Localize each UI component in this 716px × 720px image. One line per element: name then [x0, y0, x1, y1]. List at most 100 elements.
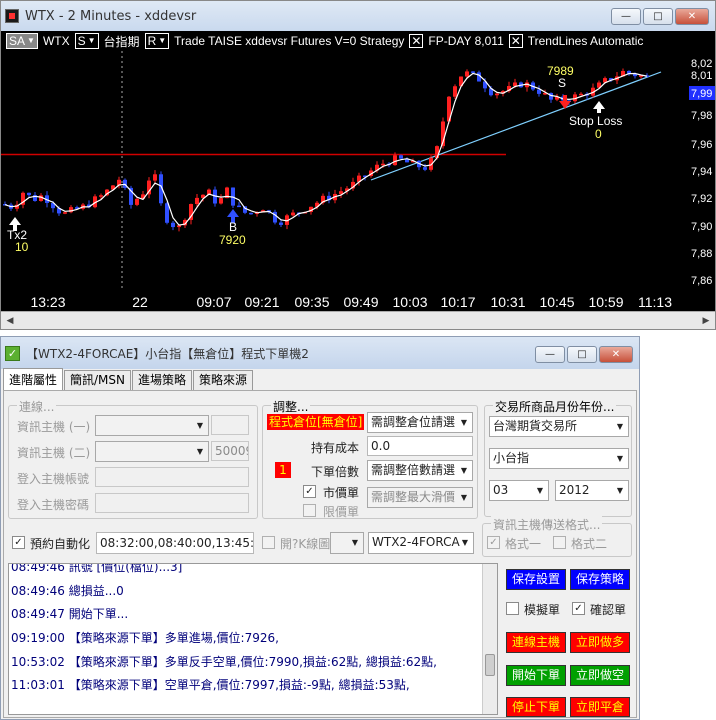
time-tick-label: 10:03: [392, 294, 427, 310]
tab-advanced[interactable]: 進階屬性: [3, 368, 64, 390]
limit-order-checkbox[interactable]: [303, 504, 316, 517]
tab-panel: 連線... 資訊主機 (一) ▼ 資訊主機 (二) ▼ 50009 登入主機帳號…: [3, 390, 637, 718]
auto-schedule-input[interactable]: 08:32:00,08:40:00,13:45:00: [96, 532, 254, 554]
host1-select[interactable]: ▼: [95, 415, 209, 436]
strategy-select[interactable]: WTX2-4FORCA ▼: [368, 532, 474, 554]
stop-order-button[interactable]: 停止下單: [506, 697, 566, 717]
position-select[interactable]: 需調整倉位請選 ▼: [367, 412, 473, 433]
slippage-select[interactable]: 需調整最大滑價 ▼: [367, 487, 473, 508]
order-maximize-button[interactable]: □: [567, 346, 597, 363]
price-axis-svg: 8,028,01 7,99 7,98 7,96 7,94 7,92 7,90 7,88 7,86: [689, 58, 715, 287]
candle-body: [453, 86, 457, 97]
close-button[interactable]: ✕: [675, 8, 709, 25]
log-scroll-thumb[interactable]: [485, 654, 495, 676]
trendlines-info: TrendLines Automatic: [527, 34, 644, 48]
log-list[interactable]: 08:49:46 訊號 [價位(檔位)...3] 08:49:46 總損益...…: [8, 563, 498, 715]
trade-info: Trade TAISE xddevsr Futures V=0 Strategy: [174, 34, 405, 48]
market-order-checkbox[interactable]: ✓: [303, 485, 316, 498]
start-order-button[interactable]: 開始下單: [506, 665, 566, 686]
s-dropdown[interactable]: S ▼: [74, 33, 99, 49]
buy-signal-value: 7920: [219, 233, 246, 247]
chart-app-icon: [5, 9, 19, 23]
candle-body: [249, 212, 253, 215]
minimize-button[interactable]: —: [611, 8, 641, 25]
fp-day-info: FP-DAY 8,011: [428, 34, 504, 48]
time-tick-label: 09:07: [196, 294, 231, 310]
sell-signal-label: S: [558, 76, 566, 90]
log-line: 11:03:01 【策略來源下單】空單平倉,價位:7997,損益:-9點, 總損…: [11, 678, 410, 692]
save-strategy-button[interactable]: 保存策略: [570, 569, 630, 590]
close-fp-icon[interactable]: ✕: [508, 34, 523, 48]
host1-port-input[interactable]: [211, 415, 249, 435]
multiplier-select[interactable]: 需調整倍數請選 ▼: [367, 460, 473, 481]
candle-body: [195, 197, 199, 205]
chart-horizontal-scrollbar[interactable]: ◀ ▶: [1, 311, 715, 329]
log-scrollbar[interactable]: [482, 564, 497, 714]
format-group-title: 資訊主機傳送格式...: [491, 516, 603, 533]
candle-body: [423, 167, 427, 170]
log-line: 08:49:46 總損益...0: [11, 584, 124, 598]
limit-order-label: 限價單: [323, 505, 360, 519]
close-strategy-icon[interactable]: ✕: [409, 34, 424, 48]
buy-now-button[interactable]: 立即做多: [570, 632, 630, 653]
exchange-select[interactable]: 台灣期貨交易所 ▼: [489, 416, 629, 437]
host2-port-input[interactable]: 50009: [211, 441, 249, 461]
month-select[interactable]: 03 ▼: [489, 480, 549, 501]
flatten-now-button[interactable]: 立即平倉: [570, 697, 630, 717]
scroll-left-icon[interactable]: ◀: [3, 314, 17, 328]
order-minimize-button[interactable]: —: [535, 346, 565, 363]
connection-group-title: 連線...: [17, 398, 57, 415]
host2-select[interactable]: ▼: [95, 441, 209, 462]
order-window-title: 【WTX2-4FORCAE】小台指【無倉位】程式下單機2: [26, 346, 309, 361]
candle-body: [135, 198, 139, 205]
format1-label: 格式一: [505, 537, 542, 551]
k-chart-select[interactable]: ▼: [330, 532, 364, 554]
auto-schedule-checkbox[interactable]: ✓: [12, 536, 25, 549]
price-axis: 8,02 8,01 7,99 7,98 7,96 7,94 7,92 7,90 7,88 7,86: [689, 51, 715, 311]
symbol-name: 台指期: [103, 34, 140, 49]
candle-body: [399, 155, 403, 159]
tab-sms-msn[interactable]: 簡訊/MSN: [64, 370, 132, 390]
tab-entry-strategy[interactable]: 進場策略: [132, 370, 193, 390]
host1-label: 資訊主機 (一): [17, 420, 91, 434]
connect-host-button[interactable]: 連線主機: [506, 632, 566, 653]
save-settings-button[interactable]: 保存設置: [506, 569, 566, 590]
sa-dropdown[interactable]: SA ▼: [6, 33, 38, 49]
simulate-checkbox[interactable]: [506, 602, 519, 615]
chevron-down-icon: ▼: [27, 36, 35, 45]
format2-checkbox[interactable]: [553, 536, 566, 549]
password-input[interactable]: [95, 493, 249, 513]
time-tick-label: 10:59: [588, 294, 623, 310]
open-k-chart-checkbox[interactable]: [262, 536, 275, 549]
time-axis-svg: 13:23 22 09:07 09:21 09:35 09:49 10:03 10:17 10:…: [30, 294, 672, 310]
sell-now-button[interactable]: 立即做空: [570, 665, 630, 686]
open-k-chart-label: 開?K線圖: [280, 537, 331, 551]
r-dropdown[interactable]: R ▼: [144, 33, 170, 49]
exchange-group-title: 交易所商品月份年份...: [493, 398, 617, 415]
candle-body: [465, 71, 469, 77]
chevron-down-icon: ▼: [196, 447, 204, 456]
simulate-label: 模擬單: [524, 603, 561, 617]
scroll-right-icon[interactable]: ▶: [699, 314, 713, 328]
order-title-bar[interactable]: ✓ 【WTX2-4FORCAE】小台指【無倉位】程式下單機2 — □ ✕: [1, 337, 639, 369]
account-input[interactable]: [95, 467, 249, 487]
time-tick-label: 10:17: [440, 294, 475, 310]
confirm-checkbox[interactable]: ✓: [572, 602, 585, 615]
time-tick-label: 09:35: [294, 294, 329, 310]
tab-strategy-source[interactable]: 策略來源: [193, 370, 254, 390]
order-close-button[interactable]: ✕: [599, 346, 633, 363]
product-select[interactable]: 小台指 ▼: [489, 448, 629, 469]
year-select[interactable]: 2012 ▼: [555, 480, 629, 501]
chart-title-bar[interactable]: WTX - 2 Minutes - xddevsr — □ ✕: [1, 1, 715, 31]
check-icon: ✓: [5, 345, 20, 361]
price-chart[interactable]: Tx2 10 B 7920 7989 S Stop Loss 0: [1, 51, 689, 311]
candle-body: [219, 198, 223, 204]
candle-body: [27, 192, 31, 196]
format1-checkbox[interactable]: ✓: [487, 536, 500, 549]
time-tick-label: 13:23: [30, 294, 65, 310]
candle-body: [99, 195, 103, 197]
chevron-down-icon: ▼: [196, 421, 204, 430]
cost-input[interactable]: 0.0: [367, 436, 473, 456]
maximize-button[interactable]: □: [643, 8, 673, 25]
price-tick-label: 8,01: [691, 70, 712, 82]
